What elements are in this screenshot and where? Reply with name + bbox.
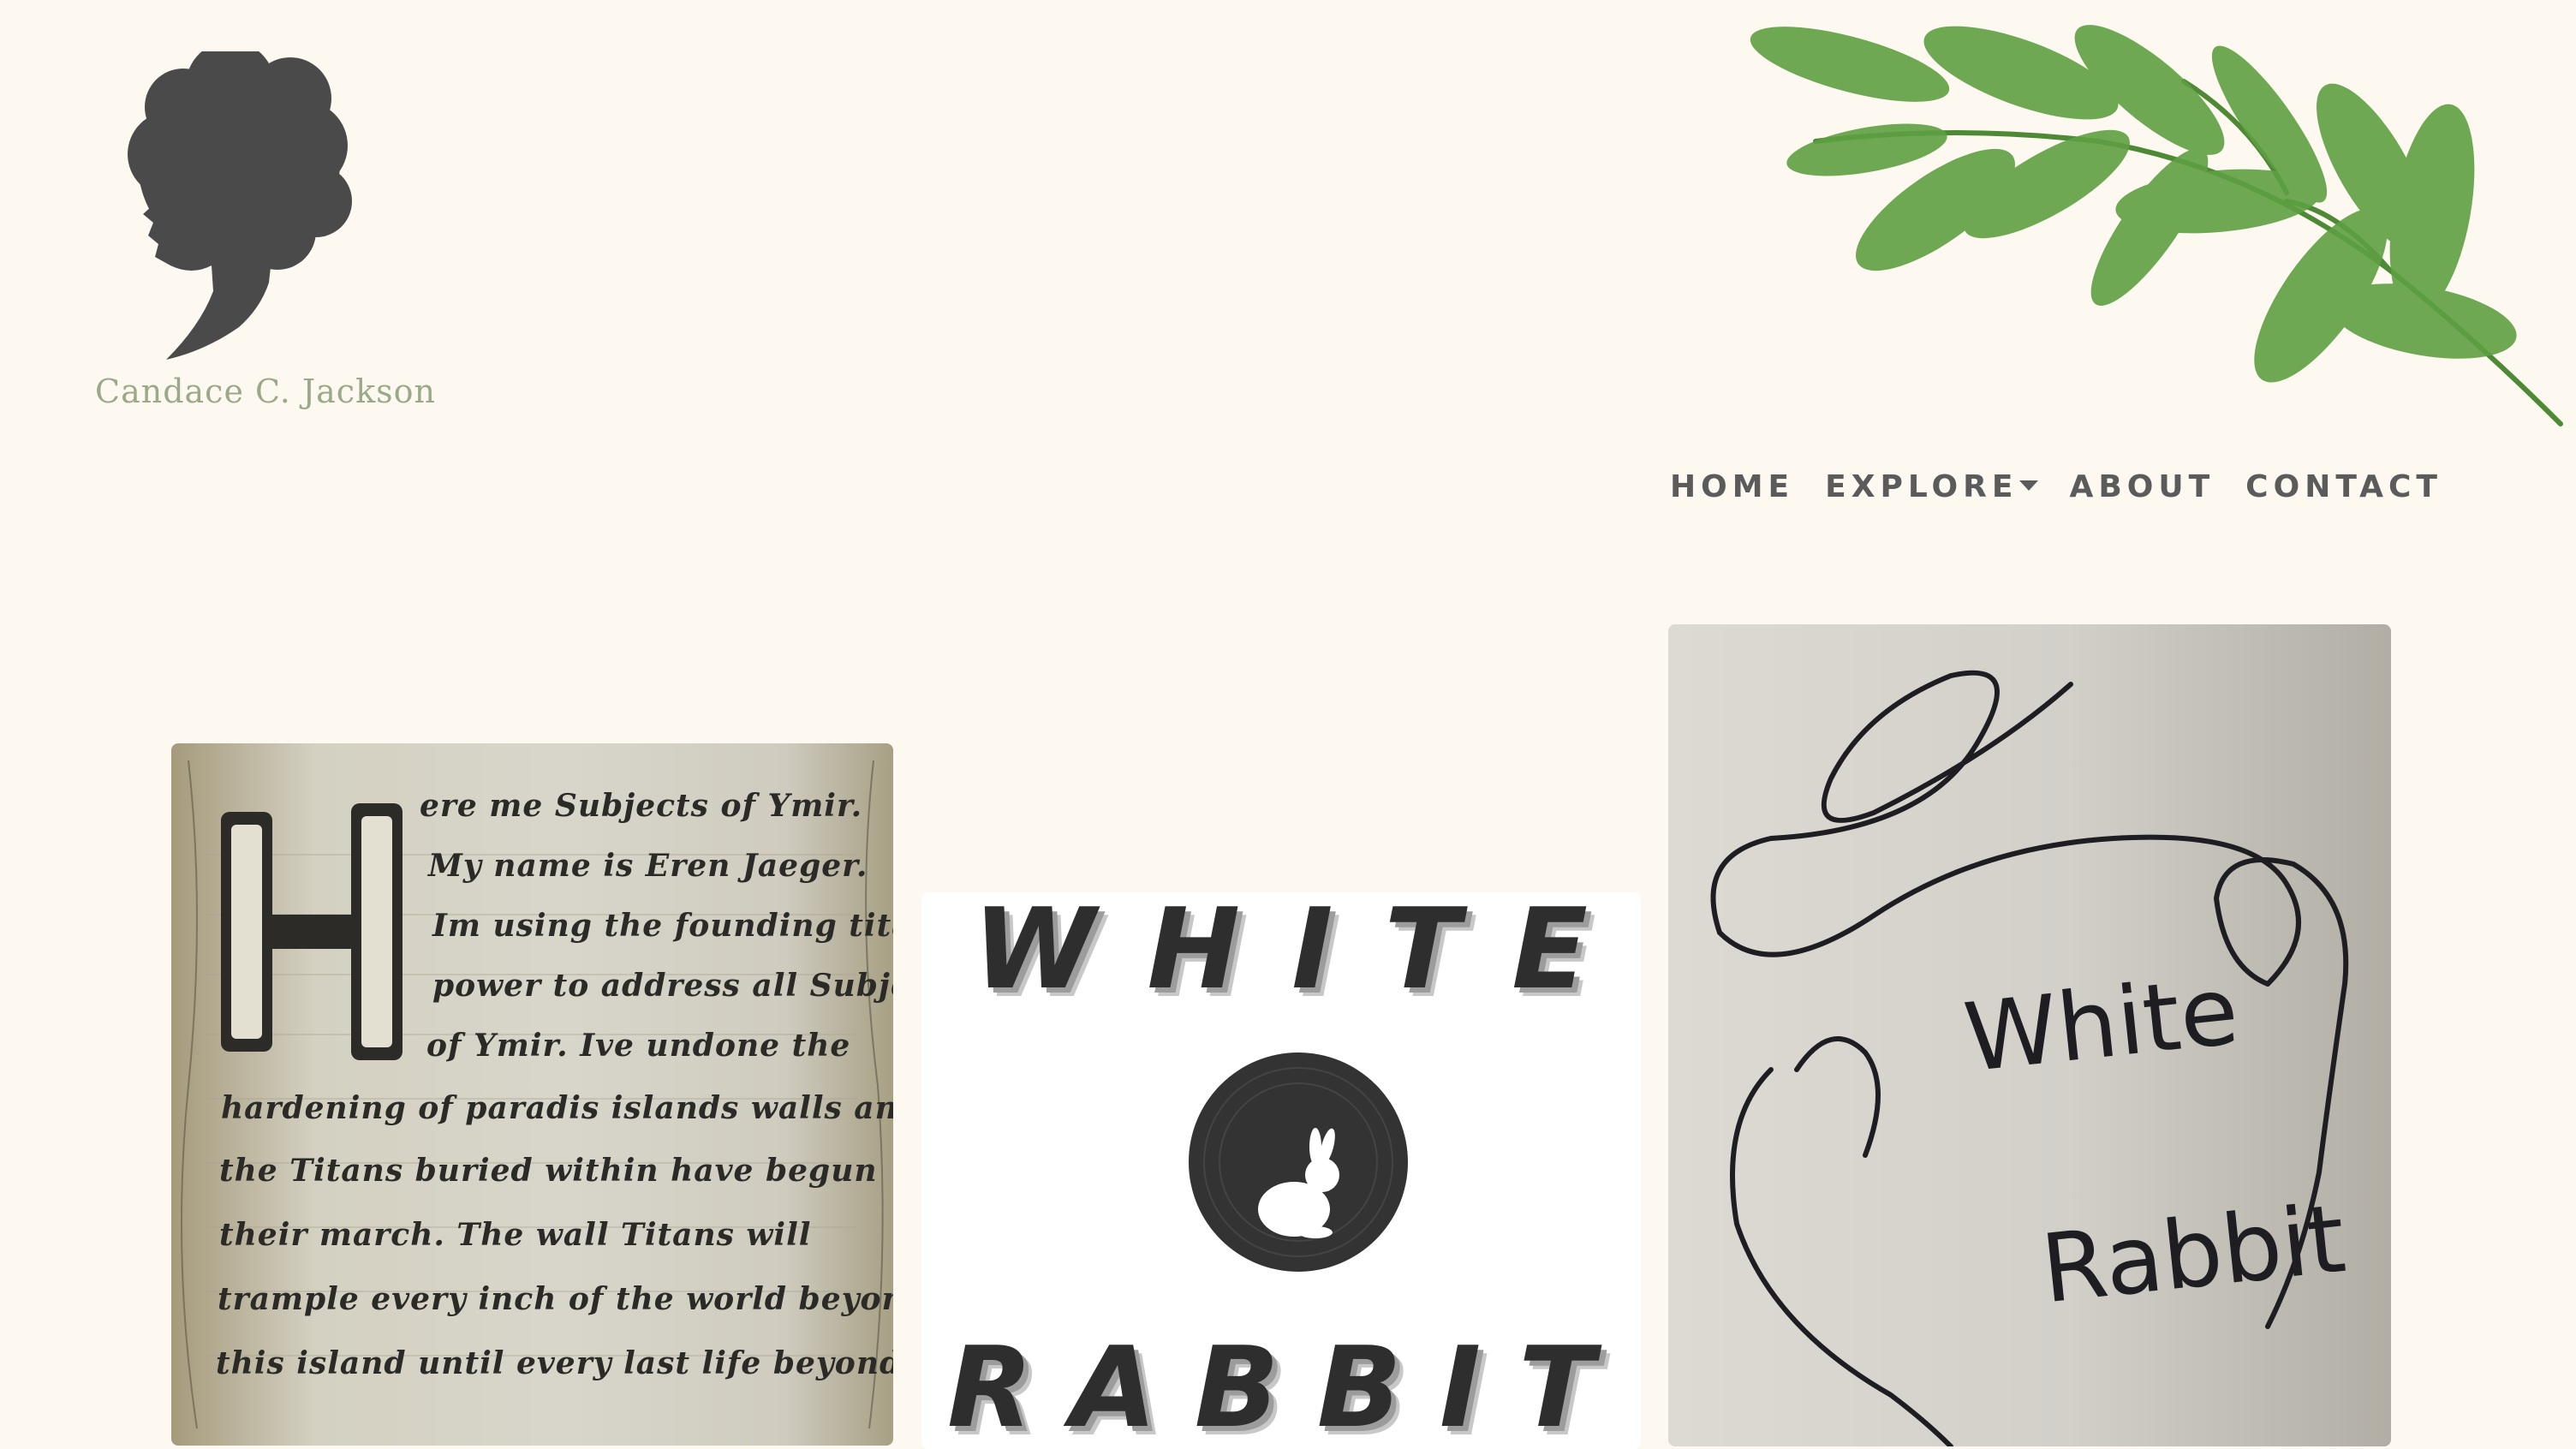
white-rabbit-bottom-word: RABBIT [947,1322,1632,1449]
gallery-card-white-rabbit[interactable]: WHITE RABBIT [921,892,1641,1449]
manuscript-line: of Ymir. Ive undone the [426,1028,851,1064]
manuscript-line: the Titans buried within have begun [219,1153,878,1189]
nav-about[interactable]: ABOUT [2069,469,2215,504]
manuscript-line: My name is Eren Jaeger. [428,848,868,884]
gallery-card-manuscript[interactable]: ere me Subjects of Ymir. My name is Eren… [171,743,893,1446]
nav-home[interactable]: HOME [1670,469,1794,504]
manuscript-line: their march. The wall Titans will [219,1217,812,1253]
woman-silhouette-icon [128,51,352,360]
white-rabbit-title: WHITE [973,892,1640,1014]
manuscript-line: ere me Subjects of Ymir. [420,788,863,824]
main-nav: HOME EXPLORE ABOUT CONTACT [1670,469,2442,504]
site-logo[interactable]: Candace C. Jackson [90,43,435,420]
leaf-branch-icon [1750,25,2563,426]
white-rabbit-subtitle: RABBIT [947,1322,1632,1449]
white-rabbit-top-word: WHITE [973,892,1639,1014]
caret-down-icon [2019,480,2039,491]
nav-contact[interactable]: CONTACT [2245,469,2442,504]
gallery-card-handwritten[interactable]: White Rabbit [1668,624,2391,1446]
manuscript-line: power to address all Subjects [432,968,893,1004]
manuscript-line: hardening of paradis islands walls and [221,1090,893,1126]
manuscript-line: trample every inch of the world beyond [218,1281,893,1317]
nav-explore[interactable]: EXPLORE [1825,469,2039,504]
rabbit-icon [1189,1052,1408,1272]
site-name[interactable]: Candace C. Jackson [95,373,436,410]
manuscript-line: this island until every last life beyond [216,1345,893,1381]
manuscript-line: Im using the founding titans [432,908,893,944]
